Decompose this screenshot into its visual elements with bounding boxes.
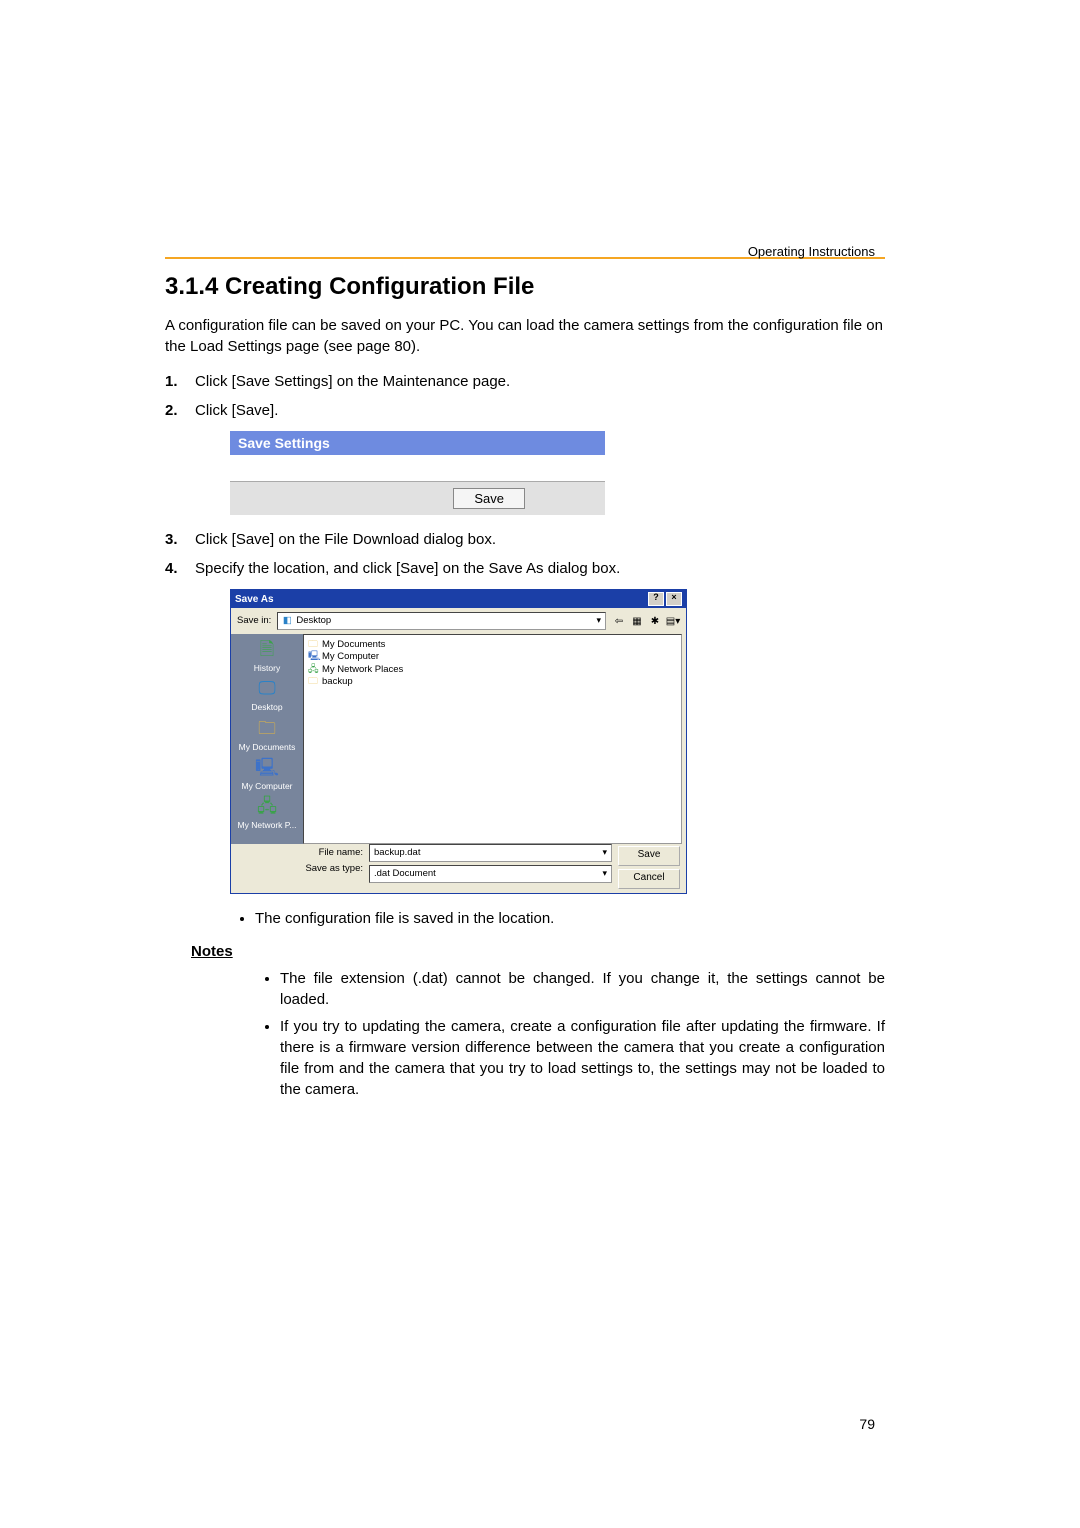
save-settings-body (230, 455, 605, 482)
up-one-level-icon[interactable]: ▦ (630, 614, 644, 628)
filename-label: File name: (303, 848, 363, 858)
saveas-places-bar: 🗎 History 🖵 Desktop 🗀 My Documents 🖳 My … (231, 634, 303, 844)
folder-icon: 🗀 (308, 677, 318, 687)
step-3: 3. Click [Save] on the File Download dia… (165, 529, 885, 550)
new-folder-icon[interactable]: ✱ (648, 614, 662, 628)
list-item-label: My Documents (322, 640, 385, 650)
section-heading: 3.1.4 Creating Configuration File (165, 273, 885, 301)
filename-input[interactable]: backup.dat ▾ (369, 844, 612, 862)
mydocuments-label: My Documents (239, 743, 296, 752)
mycomputer-icon[interactable]: 🖳 (255, 756, 279, 780)
step-number: 3. (165, 529, 195, 550)
saveas-title: Save As (235, 594, 274, 605)
mycomputer-label: My Computer (241, 782, 292, 791)
step-1: 1. Click [Save Settings] on the Maintena… (165, 371, 885, 392)
save-settings-panel: Save Settings Save (230, 431, 605, 515)
savetype-dropdown[interactable]: .dat Document ▾ (369, 865, 612, 883)
save-settings-footer: Save (230, 482, 605, 515)
notes-heading: Notes (191, 943, 885, 960)
saveas-dialog: Save As ? × Save in: ◧ Desktop ▾ ⇦ ▦ ✱ ▤… (230, 589, 687, 894)
list-item[interactable]: 🗀 My Documents (308, 639, 677, 651)
savetype-label: Save as type: (303, 864, 363, 874)
step-text: Click [Save] on the File Download dialog… (195, 529, 885, 550)
filename-value: backup.dat (374, 848, 420, 858)
history-icon[interactable]: 🗎 (255, 638, 279, 662)
bottom-inputs: backup.dat ▾ .dat Document ▾ (369, 844, 612, 883)
network-icon: 🖧 (308, 665, 318, 675)
step-4: 4. Specify the location, and click [Save… (165, 558, 885, 579)
mynetwork-icon[interactable]: 🖧 (255, 795, 279, 819)
savein-value: Desktop (296, 616, 331, 626)
savein-label: Save in: (237, 616, 271, 626)
folder-icon: 🗀 (308, 640, 318, 650)
desktop-label: Desktop (251, 703, 282, 712)
step-number: 4. (165, 558, 195, 579)
mynetwork-label: My Network P... (238, 821, 297, 830)
chevron-down-icon: ▾ (596, 616, 601, 626)
notes-list: The file extension (.dat) cannot be chan… (240, 968, 885, 1100)
note-item: The file extension (.dat) cannot be chan… (280, 968, 885, 1010)
list-item-label: My Computer (322, 652, 379, 662)
page-content: Operating Instructions 3.1.4 Creating Co… (0, 0, 1080, 1528)
save-settings-figure: Save Settings Save (230, 431, 885, 515)
steps-list-2: 3. Click [Save] on the File Download dia… (165, 529, 885, 579)
views-icon[interactable]: ▤▾ (666, 614, 680, 628)
save-button[interactable]: Save (618, 846, 680, 866)
saveas-middle: 🗎 History 🖵 Desktop 🗀 My Documents 🖳 My … (231, 634, 686, 844)
sub-bullet-list: The configuration file is saved in the l… (255, 908, 885, 929)
page-number: 79 (859, 1416, 875, 1432)
save-settings-title: Save Settings (230, 431, 605, 455)
step-text: Click [Save Settings] on the Maintenance… (195, 371, 885, 392)
saveas-bottom: File name: Save as type: backup.dat ▾ .d… (231, 844, 686, 893)
back-icon[interactable]: ⇦ (612, 614, 626, 628)
list-item-label: backup (322, 677, 353, 687)
cancel-button[interactable]: Cancel (618, 869, 680, 889)
sub-bullet: The configuration file is saved in the l… (255, 908, 885, 929)
toolbar-icons: ⇦ ▦ ✱ ▤▾ (612, 614, 680, 628)
step-2: 2. Click [Save]. (165, 400, 885, 421)
bottom-labels: File name: Save as type: (303, 844, 363, 883)
step-text: Click [Save]. (195, 400, 885, 421)
step-number: 2. (165, 400, 195, 421)
computer-icon: 🖳 (308, 652, 318, 662)
history-label: History (254, 664, 280, 673)
savein-dropdown[interactable]: ◧ Desktop ▾ (277, 612, 606, 630)
close-icon[interactable]: × (666, 592, 682, 606)
running-header: Operating Instructions (748, 244, 875, 259)
list-item[interactable]: 🗀 backup (308, 676, 677, 688)
desktop-icon[interactable]: 🖵 (255, 677, 279, 701)
saveas-figure: Save As ? × Save in: ◧ Desktop ▾ ⇦ ▦ ✱ ▤… (230, 589, 885, 894)
bottom-buttons: Save Cancel (618, 844, 680, 889)
chevron-down-icon: ▾ (602, 869, 607, 879)
chevron-down-icon: ▾ (602, 848, 607, 858)
mydocuments-icon[interactable]: 🗀 (255, 717, 279, 741)
saveas-bottom-rows: File name: Save as type: backup.dat ▾ .d… (231, 844, 612, 883)
step-number: 1. (165, 371, 195, 392)
save-button[interactable]: Save (453, 488, 525, 509)
savetype-value: .dat Document (374, 869, 436, 879)
saveas-file-list[interactable]: 🗀 My Documents 🖳 My Computer 🖧 My Networ… (303, 634, 682, 844)
help-icon[interactable]: ? (648, 592, 664, 606)
list-item[interactable]: 🖳 My Computer (308, 651, 677, 663)
intro-paragraph: A configuration file can be saved on you… (165, 315, 885, 357)
saveas-titlebar: Save As ? × (231, 590, 686, 608)
steps-list: 1. Click [Save Settings] on the Maintena… (165, 371, 885, 421)
saveas-toolbar: Save in: ◧ Desktop ▾ ⇦ ▦ ✱ ▤▾ (231, 608, 686, 634)
list-item-label: My Network Places (322, 665, 403, 675)
step-text: Specify the location, and click [Save] o… (195, 558, 885, 579)
list-item[interactable]: 🖧 My Network Places (308, 664, 677, 676)
note-item: If you try to updating the camera, creat… (280, 1016, 885, 1100)
desktop-icon: ◧ (282, 616, 292, 626)
